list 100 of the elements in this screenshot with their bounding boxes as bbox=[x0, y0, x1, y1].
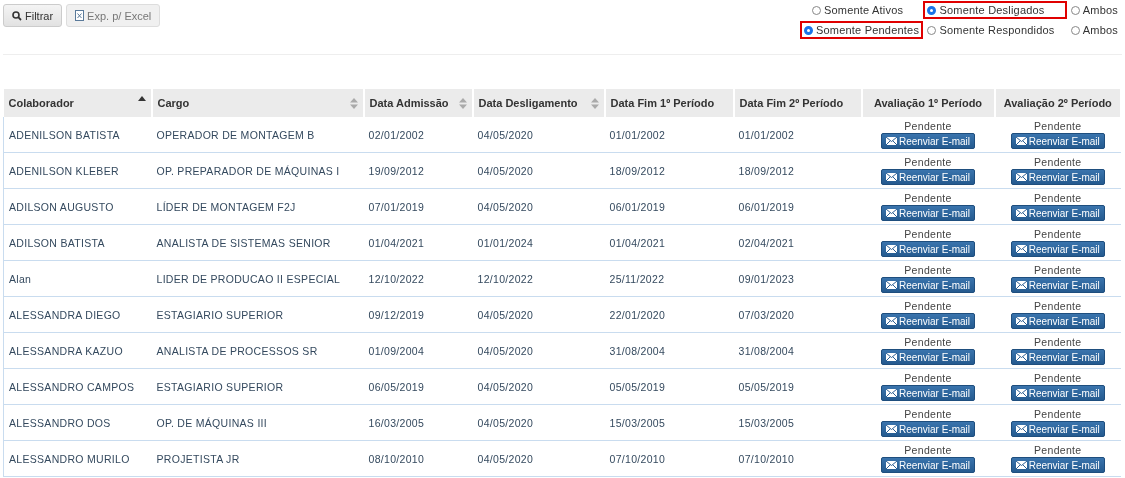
resend-email-button[interactable]: Reenviar E-mail bbox=[880, 313, 976, 329]
table-cell: 06/01/2019 bbox=[733, 188, 862, 225]
column-header[interactable]: Data Desligamento bbox=[472, 89, 605, 117]
radio-option[interactable]: Ambos bbox=[1066, 21, 1122, 39]
resend-email-button[interactable]: Reenviar E-mail bbox=[1010, 385, 1105, 401]
resend-email-button[interactable]: Reenviar E-mail bbox=[1010, 277, 1105, 293]
sort-icon bbox=[590, 98, 599, 109]
table-cell: ADILSON AUGUSTO bbox=[3, 188, 152, 225]
table-cell: 12/10/2022 bbox=[363, 260, 473, 297]
envelope-icon bbox=[885, 281, 897, 289]
resend-email-button[interactable]: Reenviar E-mail bbox=[1010, 457, 1105, 473]
table-cell: 07/01/2019 bbox=[363, 188, 473, 225]
table-cell: ALESSANDRA KAZUO bbox=[3, 332, 152, 369]
resend-email-button[interactable]: Reenviar E-mail bbox=[1010, 349, 1105, 365]
resend-email-button[interactable]: Reenviar E-mail bbox=[880, 241, 976, 257]
resend-email-button[interactable]: Reenviar E-mail bbox=[1010, 313, 1105, 329]
status-text: Pendente bbox=[1033, 408, 1083, 420]
envelope-icon bbox=[1015, 353, 1027, 361]
column-header[interactable]: Data Fim 1º Período bbox=[604, 89, 734, 117]
resend-email-button[interactable]: Reenviar E-mail bbox=[880, 277, 976, 293]
table-cell: 31/08/2004 bbox=[733, 332, 862, 369]
table-cell: ALESSANDRO MURILO bbox=[3, 440, 152, 477]
envelope-icon bbox=[1015, 317, 1027, 325]
radio-option[interactable]: Somente Ativos bbox=[800, 1, 924, 19]
table-cell: 01/01/2024 bbox=[472, 224, 605, 261]
table-cell: 01/04/2021 bbox=[363, 224, 473, 261]
table-cell: 06/05/2019 bbox=[363, 368, 473, 405]
resend-email-button[interactable]: Reenviar E-mail bbox=[1010, 241, 1105, 257]
envelope-icon bbox=[1015, 245, 1027, 253]
column-header[interactable]: Avaliação 1º Período bbox=[861, 89, 995, 117]
table-cell: ALESSANDRO DOS bbox=[3, 404, 152, 441]
table-cell: 04/05/2020 bbox=[472, 332, 605, 369]
table-cell: 09/01/2023 bbox=[733, 260, 862, 297]
status-text: Pendente bbox=[903, 156, 953, 168]
spreadsheet-icon bbox=[75, 10, 85, 21]
status-text: Pendente bbox=[1033, 444, 1083, 456]
column-header[interactable]: Cargo bbox=[151, 89, 364, 117]
resend-email-button[interactable]: Reenviar E-mail bbox=[880, 133, 976, 149]
resend-email-button[interactable]: Reenviar E-mail bbox=[880, 169, 976, 185]
table-cell: 18/09/2012 bbox=[733, 152, 862, 189]
table-cell: 01/09/2004 bbox=[363, 332, 473, 369]
table-cell: 09/12/2019 bbox=[363, 296, 473, 333]
radio-option[interactable]: Somente Desligados bbox=[923, 1, 1067, 19]
status-text: Pendente bbox=[903, 408, 953, 420]
envelope-icon bbox=[1015, 281, 1027, 289]
resend-email-button[interactable]: Reenviar E-mail bbox=[1010, 205, 1105, 221]
table-cell: 04/05/2020 bbox=[472, 404, 605, 441]
status-text: Pendente bbox=[903, 228, 953, 240]
table-cell: 05/05/2019 bbox=[733, 368, 862, 405]
resend-email-button[interactable]: Reenviar E-mail bbox=[880, 205, 976, 221]
table-cell: ALESSANDRA DIEGO bbox=[3, 296, 152, 333]
envelope-icon bbox=[885, 245, 897, 253]
radio-option[interactable]: Somente Respondidos bbox=[923, 21, 1067, 39]
column-header[interactable]: Avaliação 2º Período bbox=[994, 89, 1121, 117]
column-header[interactable]: Colaborador bbox=[3, 89, 152, 117]
status-text: Pendente bbox=[1033, 264, 1083, 276]
status-text: Pendente bbox=[903, 120, 953, 132]
resend-email-button[interactable]: Reenviar E-mail bbox=[880, 421, 976, 437]
status-text: Pendente bbox=[903, 300, 953, 312]
resend-email-button[interactable]: Reenviar E-mail bbox=[1010, 421, 1105, 437]
table-cell: 04/05/2020 bbox=[472, 440, 605, 477]
radio-option[interactable]: Somente Pendentes bbox=[800, 21, 924, 39]
sort-icon bbox=[349, 98, 358, 109]
envelope-icon bbox=[885, 173, 897, 181]
table-cell: 07/10/2010 bbox=[604, 440, 734, 477]
table-cell: 07/03/2020 bbox=[733, 296, 862, 333]
resend-email-button[interactable]: Reenviar E-mail bbox=[880, 349, 976, 365]
radio-option[interactable]: Ambos bbox=[1066, 1, 1122, 19]
envelope-icon bbox=[1015, 425, 1027, 433]
status-text: Pendente bbox=[903, 336, 953, 348]
status-text: Pendente bbox=[903, 264, 953, 276]
column-header[interactable]: Data Fim 2º Período bbox=[733, 89, 862, 117]
envelope-icon bbox=[885, 425, 897, 433]
table-cell: 04/05/2020 bbox=[472, 152, 605, 189]
table-cell: Alan bbox=[3, 260, 152, 297]
table-cell: 08/10/2010 bbox=[363, 440, 473, 477]
table-cell: 01/01/2002 bbox=[604, 117, 734, 153]
resend-email-button[interactable]: Reenviar E-mail bbox=[1010, 169, 1105, 185]
table-cell: ADILSON BATISTA bbox=[3, 224, 152, 261]
table-cell: 25/11/2022 bbox=[604, 260, 734, 297]
resend-email-button[interactable]: Reenviar E-mail bbox=[880, 385, 976, 401]
table-cell: 15/03/2005 bbox=[733, 404, 862, 441]
status-text: Pendente bbox=[1033, 300, 1083, 312]
table-cell: 01/01/2002 bbox=[733, 117, 862, 153]
table-cell: 06/01/2019 bbox=[604, 188, 734, 225]
table-cell: 02/01/2002 bbox=[363, 117, 473, 153]
table-cell: ALESSANDRO CAMPOS bbox=[3, 368, 152, 405]
column-header[interactable]: Data Admissão bbox=[363, 89, 473, 117]
envelope-icon bbox=[885, 137, 897, 145]
table-cell: ADENILSON BATISTA bbox=[3, 117, 152, 153]
sort-ascending-icon bbox=[137, 96, 146, 101]
table-cell: 02/04/2021 bbox=[733, 224, 862, 261]
table-cell: 19/09/2012 bbox=[363, 152, 473, 189]
envelope-icon bbox=[1015, 173, 1027, 181]
export-button[interactable]: Exp. p/ Excel bbox=[66, 4, 161, 27]
table-cell: 16/03/2005 bbox=[363, 404, 473, 441]
resend-email-button[interactable]: Reenviar E-mail bbox=[880, 457, 976, 473]
resend-email-button[interactable]: Reenviar E-mail bbox=[1010, 133, 1105, 149]
table-cell: LÍDER DE MONTAGEM F2J bbox=[151, 188, 364, 225]
filter-button[interactable]: Filtrar bbox=[3, 4, 63, 27]
